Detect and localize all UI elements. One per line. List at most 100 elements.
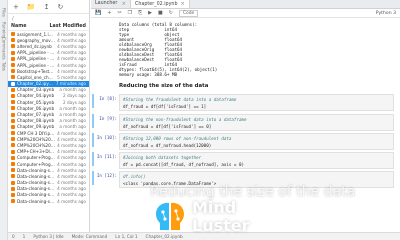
logo-text-mind: Mind — [192, 198, 237, 217]
name-column-header[interactable]: Name — [11, 24, 49, 29]
file-list-item[interactable]: Computer+Programmi...4 months ago — [8, 155, 89, 161]
file-list-item[interactable]: Chapter_03.ipynb a month ago — [8, 87, 89, 93]
file-list-item[interactable]: CMP+CH+3+DIY.ipynb4 months ago — [8, 149, 89, 155]
new-folder-icon[interactable]: 📁 — [27, 2, 36, 12]
notebook-file-icon — [11, 100, 15, 105]
paste-icon[interactable]: ⎘ — [138, 10, 142, 16]
notebook-file-icon — [11, 44, 15, 49]
file-list-item[interactable]: Chapter_09.ipynb a month ago — [8, 124, 89, 130]
file-list-item[interactable]: Chapter_02.ipynb 7 minutes ago — [8, 80, 89, 87]
tab-launcher[interactable]: Launcher × — [91, 0, 131, 8]
stop-icon[interactable]: ■ — [158, 10, 163, 16]
refresh-icon[interactable]: ↻ — [57, 2, 63, 12]
close-icon[interactable]: × — [122, 1, 126, 7]
copy-icon[interactable]: ❐ — [128, 10, 132, 16]
cell-collapser[interactable] — [92, 94, 94, 108]
restart-icon[interactable]: ↻ — [169, 10, 173, 16]
file-name: assignment_1.ipynb — [17, 31, 56, 37]
status-kernel[interactable]: Python 3 | Idle — [33, 234, 63, 239]
file-modified: 4 months ago — [57, 50, 86, 56]
file-modified: 4 months ago — [57, 62, 86, 68]
file-list-item[interactable]: Chapter_06.ipynb a month ago — [8, 105, 89, 111]
notebook-file-icon — [11, 63, 15, 68]
file-modified: 5 months ago — [57, 74, 86, 80]
tab-bar: Launcher × Chapter_02.ipynb × — [91, 0, 400, 9]
code-cell[interactable]: #Joining both datasets together df = pd.c… — [119, 152, 394, 169]
file-list-item[interactable]: Data-cleaning-simil...4 months ago — [8, 167, 89, 173]
file-list-item[interactable]: altered_dc.ipynb 4 months ago — [8, 43, 89, 49]
file-modified: 7 minutes ago — [55, 81, 86, 87]
file-name: Data-cleaning-simil... — [17, 198, 56, 204]
file-name: CMP+CH+3+DIY.ipynb — [17, 149, 55, 155]
status-terminals[interactable]: 0 — [12, 234, 15, 239]
file-list-item[interactable]: CMP%20CH%20DIY.ipynb4 months ago — [8, 142, 89, 148]
notebook-file-icon — [11, 69, 15, 74]
new-launcher-icon[interactable]: + — [13, 2, 19, 12]
notebook-file-icon — [11, 192, 15, 197]
notebook-file-icon — [11, 32, 15, 37]
code-cell[interactable]: #Storing 12,000 rows of non-fraudulent d… — [119, 133, 394, 150]
notebook-file-icon — [11, 137, 15, 142]
cell-collapser[interactable] — [92, 133, 94, 147]
cut-icon[interactable]: ✂ — [117, 10, 121, 16]
file-browser: + 📁 ↥ ↻ / Name Last Modified assignment_… — [8, 0, 90, 240]
cell-type-select[interactable]: Code — [178, 9, 199, 17]
file-list-item[interactable]: Data-cleaning-simil...4 months ago — [8, 192, 89, 198]
file-modified: a month ago — [59, 87, 86, 93]
modified-column-header[interactable]: Last Modified — [49, 24, 86, 29]
notebook-file-icon — [11, 50, 15, 55]
file-list-item[interactable]: Data-cleaning-simil...4 months ago — [8, 173, 89, 179]
upload-icon[interactable]: ↥ — [44, 2, 50, 12]
file-modified: 4 months ago — [57, 56, 86, 62]
activity-commands-tab[interactable]: Commands — [1, 37, 7, 60]
file-list-item[interactable]: Data-cleaning-simil...4 months ago — [8, 180, 89, 186]
file-list-item[interactable]: CMP CH 3 DIY.ipynb 4 months ago — [8, 130, 89, 136]
notebook-file-icon — [11, 199, 15, 204]
cell-collapser[interactable] — [92, 152, 94, 166]
code-cell[interactable]: #Storing the non-fraudulent data into a … — [119, 114, 394, 131]
tab-chapter-02[interactable]: Chapter_02.ipynb × — [131, 0, 190, 8]
file-list-item[interactable]: Chapter_04.ipynb 2 days ago — [8, 93, 89, 99]
cell-collapser[interactable] — [92, 171, 94, 185]
code-line: df_fraud = df[df['isFraud'] == 1] — [123, 103, 207, 109]
code-cell[interactable]: #Storing the fraudulent data into a data… — [119, 94, 394, 111]
file-list-item[interactable]: geography_movement...4 months ago — [8, 37, 89, 43]
save-icon[interactable]: 💾 — [95, 10, 101, 16]
run-icon[interactable]: ▶ — [148, 10, 152, 16]
breadcrumb[interactable]: / — [8, 14, 89, 23]
status-mode: Mode: Command — [71, 234, 108, 239]
file-modified: 4 months ago — [57, 31, 86, 37]
file-modified: 4 months ago — [57, 186, 86, 192]
close-icon[interactable]: × — [181, 1, 185, 7]
file-list-item[interactable]: CMP%20CH%20DIY.ipynb4 months ago — [8, 136, 89, 142]
file-name: CMP CH 3 DIY.ipynb — [17, 130, 56, 136]
tab-label: Launcher — [95, 1, 118, 6]
add-cell-icon[interactable]: + — [107, 10, 111, 16]
file-name: Data-cleaning-simil... — [17, 186, 56, 192]
file-list-item[interactable]: Chapter_07.ipynb a month ago — [8, 111, 89, 117]
file-modified: 4 months ago — [57, 149, 86, 155]
cell-collapser[interactable] — [92, 114, 94, 128]
file-list-item[interactable]: APPL_pipeline - Berr...4 months ago — [8, 56, 89, 62]
kernel-status[interactable]: Python 3 — [376, 11, 396, 16]
activity-tabs-tab[interactable]: Tabs — [1, 58, 7, 74]
file-list-item[interactable]: assignment_1.ipynb 4 months ago — [8, 31, 89, 37]
activity-running-tab[interactable]: Running — [1, 22, 7, 38]
file-list-item[interactable]: Data-cleaning-simil...4 months ago — [8, 198, 89, 204]
file-list-item[interactable]: APPL_pipeline - Berr...4 months ago — [8, 62, 89, 68]
activity-files-tab[interactable]: Files — [1, 4, 7, 20]
file-list-item[interactable]: Chapter_05.ipynb 2 days ago — [8, 99, 89, 105]
notebook-file-icon — [11, 38, 15, 43]
status-kernels[interactable]: 1 — [23, 234, 26, 239]
file-name: CMP%20CH%20DIY.ipynb — [17, 136, 55, 142]
file-list-item[interactable]: Chapter_08.ipynb a month ago — [8, 118, 89, 124]
file-list-item[interactable]: Bootstrap+Test+Eva...4 months ago — [8, 68, 89, 74]
file-list-item[interactable]: Data-cleaning-simil...4 months ago — [8, 186, 89, 192]
file-list-item[interactable]: Computer+Programmi...4 months ago — [8, 161, 89, 167]
cell-prompt: In [9]: — [99, 116, 117, 121]
file-modified: a month ago — [59, 118, 86, 124]
code-line: df_nofraud = df[df['isFraud'] == 0] — [123, 123, 212, 129]
file-list-item[interactable]: Capitol_one_challeng...5 months ago — [8, 74, 89, 80]
file-list-item[interactable]: APPL_pipeline - Berr...4 months ago — [8, 50, 89, 56]
notebook-file-icon — [11, 112, 15, 117]
